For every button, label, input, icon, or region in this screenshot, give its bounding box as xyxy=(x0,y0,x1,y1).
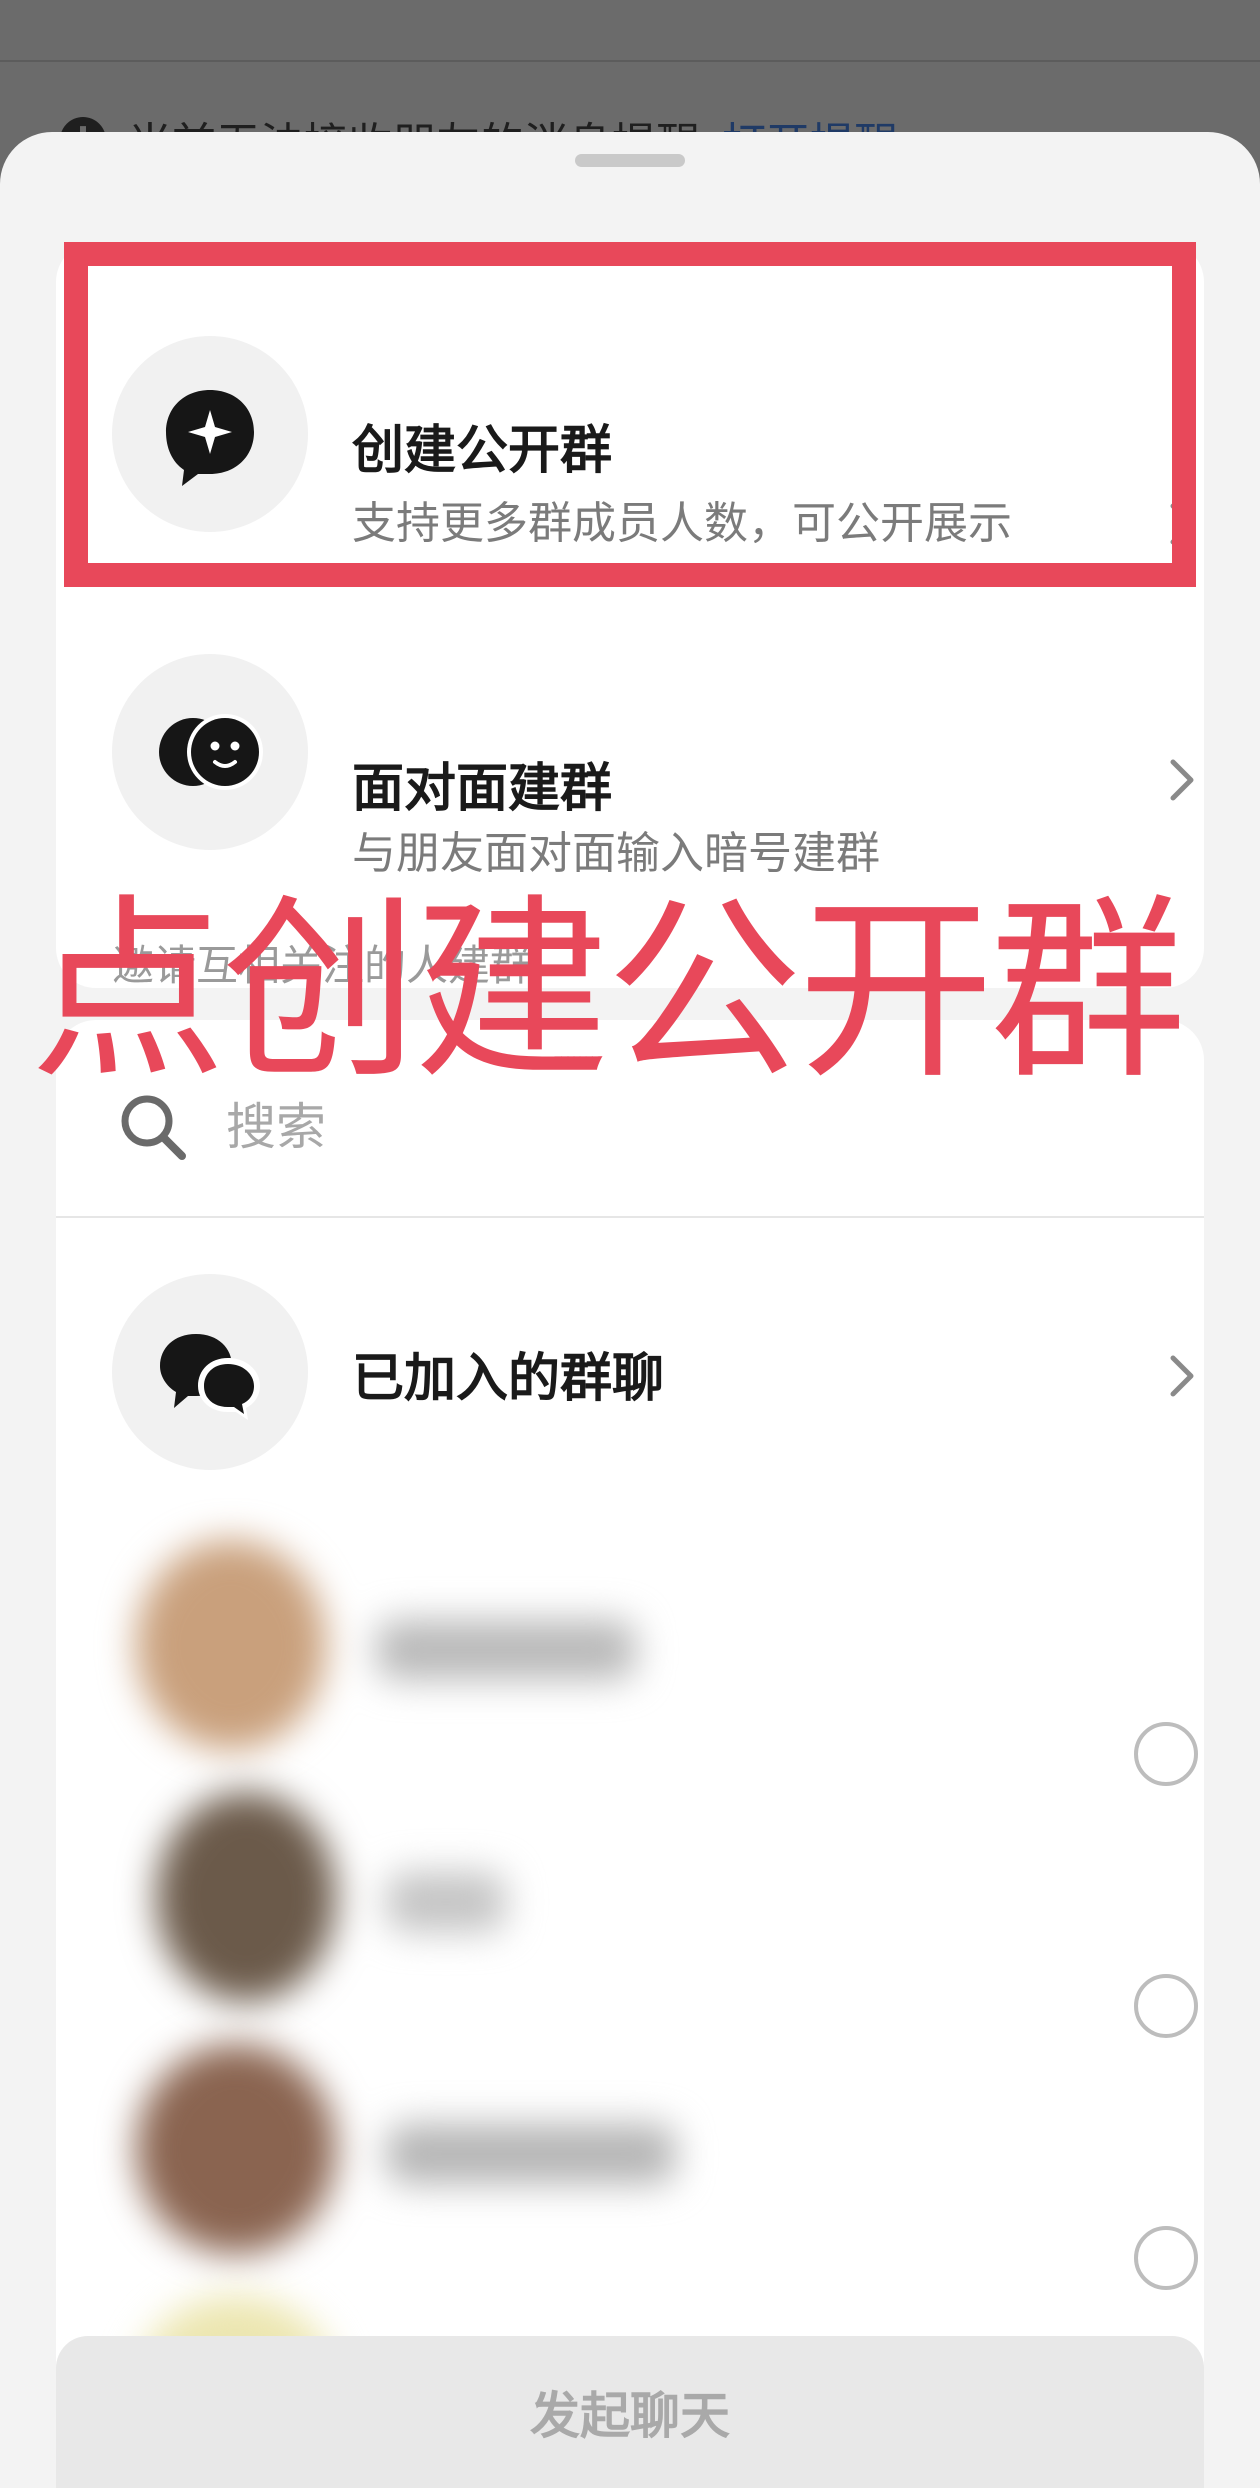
avatar xyxy=(136,1540,326,1750)
chevron-right-icon xyxy=(1164,750,1200,810)
contact-row-blurred[interactable] xyxy=(96,1520,1156,1770)
sparkle-chat-icon xyxy=(166,390,254,486)
option-icon-circle xyxy=(112,336,308,532)
contact-row-blurred[interactable] xyxy=(96,2024,1156,2274)
avatar xyxy=(156,1792,336,2002)
contact-row-blurred[interactable] xyxy=(96,1772,1156,2022)
option-icon-circle xyxy=(112,1274,308,1470)
contact-name-blurred xyxy=(386,2124,676,2184)
create-public-group-option[interactable]: 创建公开群 支持更多群成员人数，可公开展示 xyxy=(56,242,1204,614)
option-title: 创建公开群 xyxy=(352,421,613,481)
bottom-sheet: 创建公开群 支持更多群成员人数，可公开展示 面对面建群 与朋友面对面输入暗号建群 xyxy=(0,132,1260,2488)
background-divider xyxy=(0,60,1260,62)
option-icon-circle xyxy=(112,654,308,850)
chevron-right-icon xyxy=(1164,494,1200,554)
option-subtitle: 支持更多群成员人数，可公开展示 xyxy=(352,498,1012,549)
chevron-right-icon xyxy=(1164,1346,1200,1406)
start-chat-button[interactable]: 发起聊天 xyxy=(56,2336,1204,2488)
option-title: 面对面建群 xyxy=(352,759,613,819)
face-to-face-icon xyxy=(159,714,263,790)
contact-name-blurred xyxy=(386,1872,506,1932)
joined-groups-label: 已加入的群聊 xyxy=(352,1349,665,1409)
joined-groups-row[interactable]: 已加入的群聊 xyxy=(56,1216,1204,1470)
sheet-handle[interactable] xyxy=(575,154,685,167)
avatar xyxy=(136,2044,336,2254)
group-chat-icon xyxy=(160,1334,260,1420)
contact-list-card: 搜索 已加入的群聊 xyxy=(56,1020,1204,2488)
annotation-caption: 点创建公开群 xyxy=(30,878,1186,1106)
contact-name-blurred xyxy=(376,1620,636,1680)
